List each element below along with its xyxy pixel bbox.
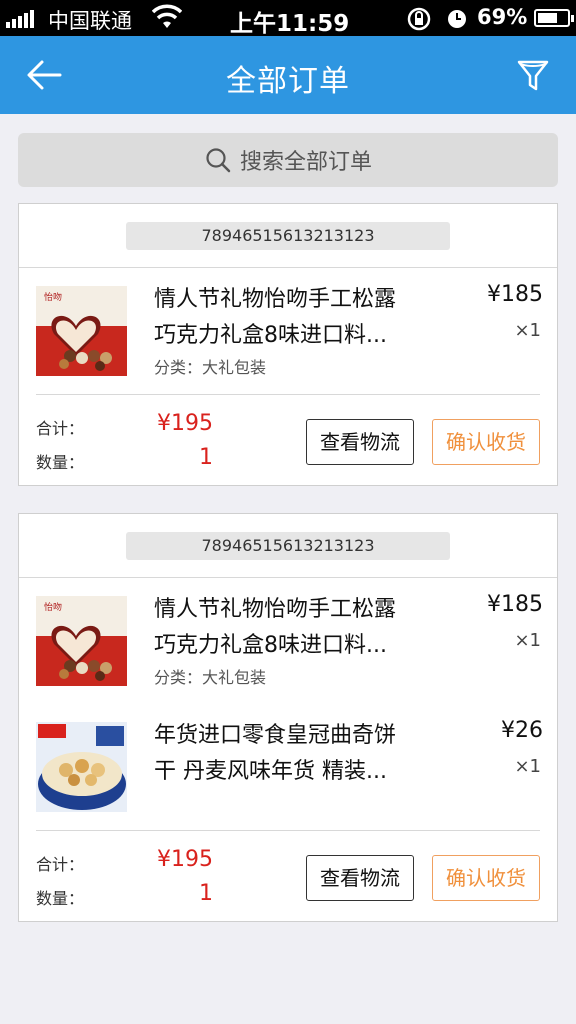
order-item[interactable]: 年货进口零食皇冠曲奇饼 干 丹麦风味年货 精装... ¥26 ×1 (19, 704, 557, 830)
item-price: ¥26 (501, 718, 543, 743)
item-quantity: ×1 (514, 756, 541, 777)
item-quantity: ×1 (514, 320, 541, 341)
order-number: 78946515613213123 (126, 222, 450, 250)
order-count: 1 (199, 881, 213, 906)
order-footer: 合计： ¥195 数量： 1 查看物流 确认收货 (19, 831, 557, 921)
order-header: 78946515613213123 (19, 514, 557, 578)
total-label: 合计： (36, 855, 85, 874)
view-logistics-button[interactable]: 查看物流 (306, 419, 414, 465)
order-total: ¥195 (157, 847, 213, 872)
item-name-line1: 情人节礼物怡吻手工松露 (154, 287, 397, 312)
search-icon (206, 148, 231, 173)
page-title: 全部订单 (226, 64, 350, 99)
item-price: ¥185 (487, 282, 543, 307)
alarm-icon (448, 10, 466, 28)
carrier-name: 中国联通 (48, 9, 132, 33)
svg-text:怡吻: 怡吻 (44, 601, 62, 613)
view-logistics-button[interactable]: 查看物流 (306, 855, 414, 901)
item-name-line2: 巧克力礼盒8味进口料... (154, 323, 387, 348)
order-card: 78946515613213123 怡吻 情人节礼物怡吻手工松露 巧克力礼盒8味… (18, 513, 558, 922)
item-name: 年货进口零食皇冠曲奇饼 干 丹麦风味年货 精装... (154, 718, 454, 790)
order-item[interactable]: 怡吻 情人节礼物怡吻手工松露 巧克力礼盒8味进口料... 分类：大礼包装 ¥18… (19, 578, 557, 704)
chocolate-gift-box-image: 怡吻 (36, 596, 127, 686)
search-placeholder: 搜索全部订单 (239, 150, 372, 175)
total-label: 合计： (36, 419, 85, 438)
order-count: 1 (199, 445, 213, 470)
svg-text:怡吻: 怡吻 (44, 291, 62, 303)
battery-percent: 69% (477, 5, 528, 29)
status-bar: 中国联通 上午11:59 69% (0, 0, 576, 37)
item-category: 分类：大礼包装 (154, 358, 267, 377)
count-label: 数量： (36, 889, 85, 908)
rotation-lock-icon (407, 7, 431, 31)
item-name-line2: 干 丹麦风味年货 精装... (154, 759, 387, 784)
search-bar[interactable]: 搜索全部订单 (18, 133, 558, 187)
confirm-receipt-button[interactable]: 确认收货 (432, 855, 540, 901)
count-label: 数量： (36, 453, 85, 472)
order-header: 78946515613213123 (19, 204, 557, 268)
item-name: 情人节礼物怡吻手工松露 巧克力礼盒8味进口料... (154, 282, 454, 354)
wifi-icon (152, 4, 182, 28)
confirm-receipt-button[interactable]: 确认收货 (432, 419, 540, 465)
item-name-line2: 巧克力礼盒8味进口料... (154, 633, 387, 658)
filter-icon[interactable] (516, 56, 550, 94)
signal-icon (6, 10, 34, 28)
order-item[interactable]: 怡吻 情人节礼物怡吻手工松露 巧克力礼盒8味进口料... 分类：大礼包装 ¥18… (19, 268, 557, 394)
status-time: 上午11:59 (230, 11, 350, 37)
order-footer: 合计： ¥195 数量： 1 查看物流 确认收货 (19, 395, 557, 485)
item-name: 情人节礼物怡吻手工松露 巧克力礼盒8味进口料... (154, 592, 454, 664)
item-quantity: ×1 (514, 630, 541, 651)
item-name-line1: 年货进口零食皇冠曲奇饼 (154, 723, 397, 748)
order-total: ¥195 (157, 411, 213, 436)
battery-icon (534, 9, 574, 27)
nav-bar: 全部订单 (0, 36, 576, 114)
item-name-line1: 情人节礼物怡吻手工松露 (154, 597, 397, 622)
cookie-tin-image (36, 722, 127, 812)
order-number: 78946515613213123 (126, 532, 450, 560)
order-card: 78946515613213123 怡吻 情人节礼物怡吻手工松露 巧克力礼盒8味… (18, 203, 558, 486)
item-category: 分类：大礼包装 (154, 668, 267, 687)
chocolate-gift-box-image: 怡吻 (36, 286, 127, 376)
item-price: ¥185 (487, 592, 543, 617)
